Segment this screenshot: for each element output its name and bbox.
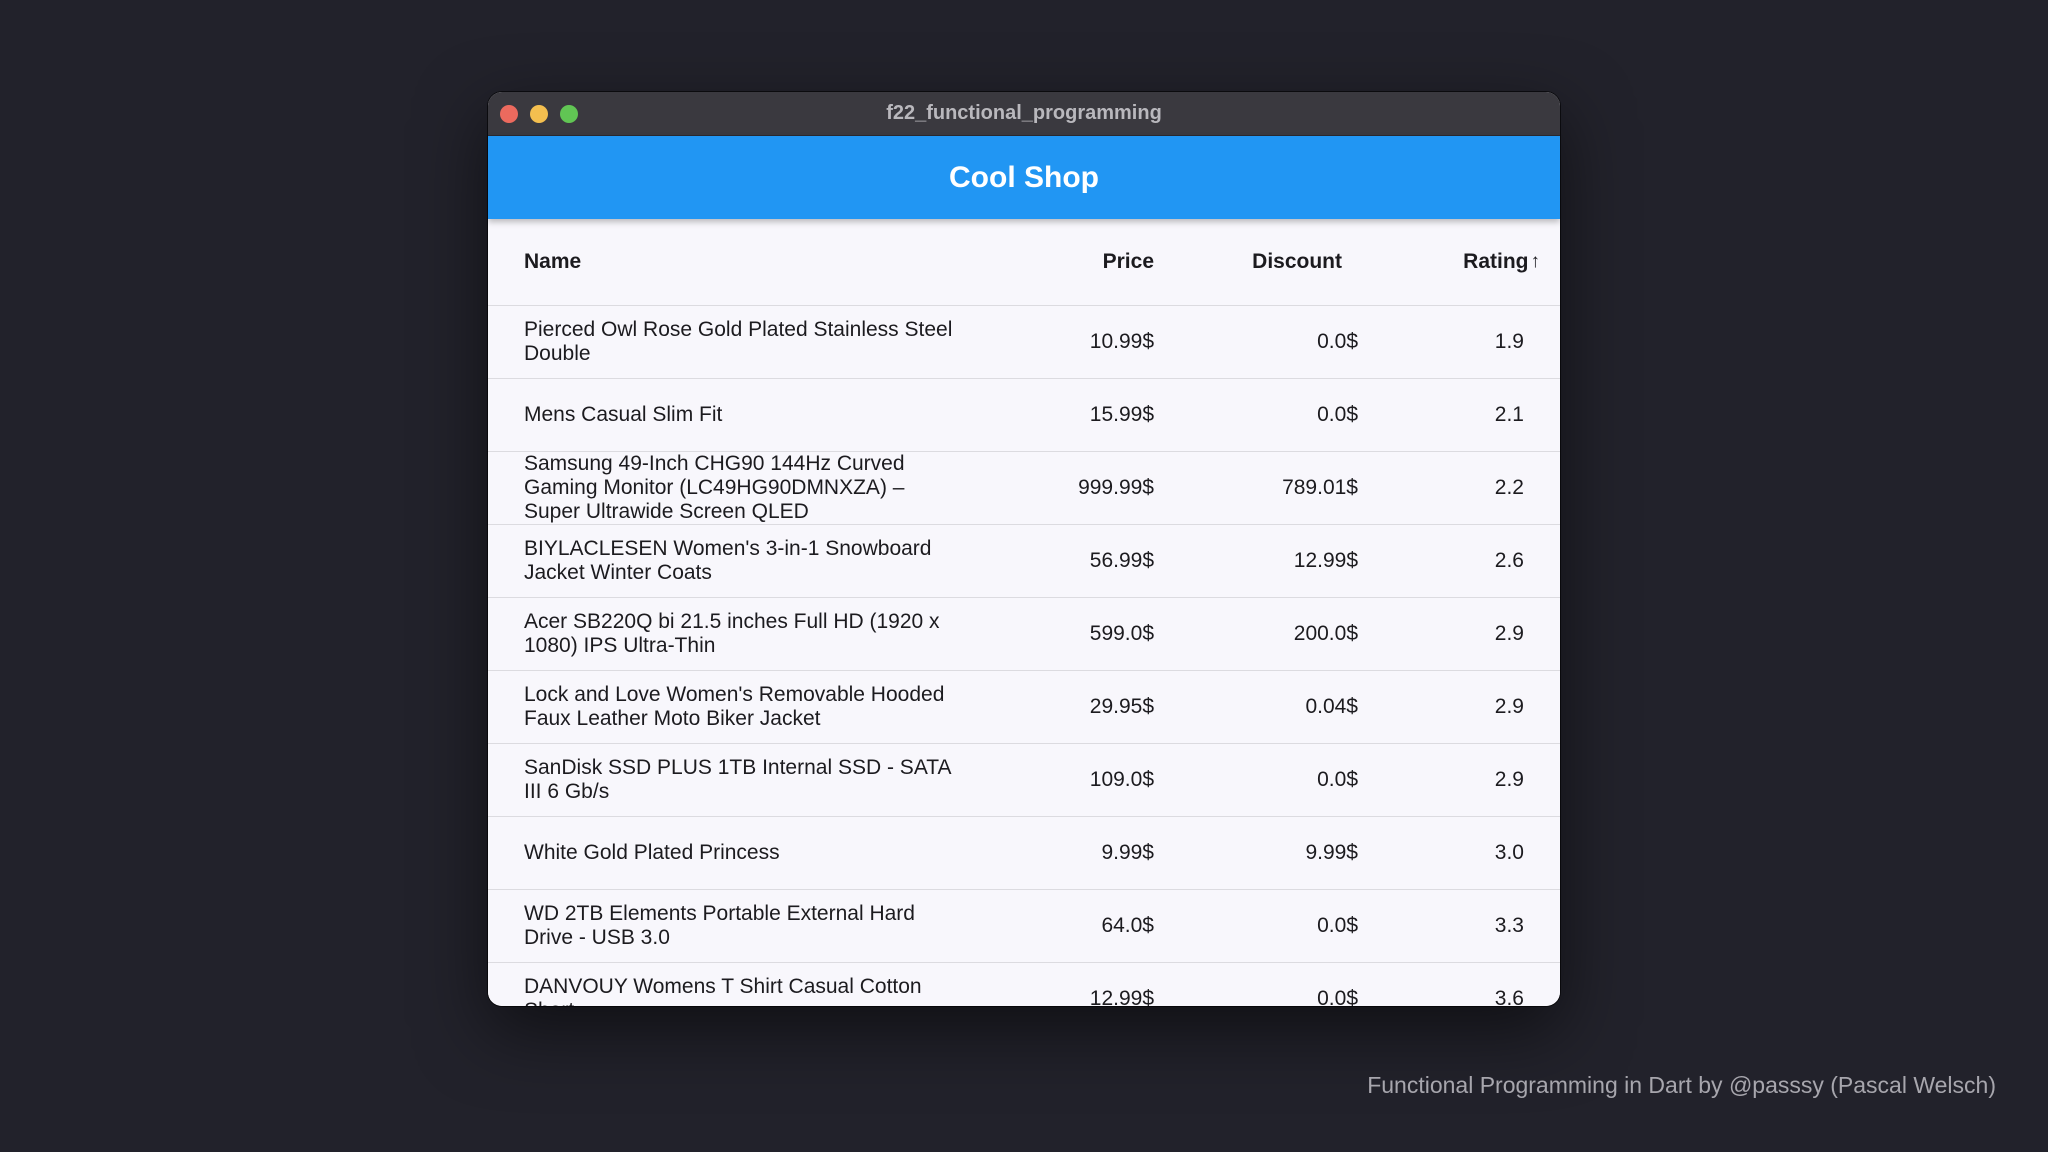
product-name-cell: Acer SB220Q bi 21.5 inches Full HD (1920… — [488, 597, 1002, 671]
window-title: f22_functional_programming — [886, 102, 1162, 124]
presentation-slide: f22_functional_programming Cool Shop Nam… — [0, 0, 2048, 1152]
table-header-row: Name Price Discount Rating ↑ — [488, 219, 1560, 306]
products-table-container[interactable]: Name Price Discount Rating ↑ Pierced Owl … — [488, 219, 1560, 1006]
discount-cell: 0.0$ — [1166, 305, 1364, 379]
price-cell: 109.0$ — [1002, 743, 1166, 817]
rating-cell: 3.6 — [1364, 962, 1560, 1006]
column-header-label: Name — [524, 250, 582, 273]
column-header-discount[interactable]: Discount — [1166, 219, 1364, 306]
products-table: Name Price Discount Rating ↑ Pierced Owl … — [488, 219, 1560, 1006]
column-header-label: Discount — [1252, 250, 1342, 273]
discount-cell: 0.0$ — [1166, 378, 1364, 452]
rating-cell: 2.2 — [1364, 451, 1560, 525]
discount-cell: 0.0$ — [1166, 962, 1364, 1006]
table-row[interactable]: BIYLACLESEN Women's 3-in-1 Snowboard Jac… — [488, 524, 1560, 598]
product-name-cell: Pierced Owl Rose Gold Plated Stainless S… — [488, 305, 1002, 379]
table-row[interactable]: DANVOUY Womens T Shirt Casual Cotton Sho… — [488, 962, 1560, 1006]
table-row[interactable]: Acer SB220Q bi 21.5 inches Full HD (1920… — [488, 597, 1560, 671]
app-title: Cool Shop — [949, 161, 1099, 194]
discount-cell: 9.99$ — [1166, 816, 1364, 890]
discount-cell: 0.04$ — [1166, 670, 1364, 744]
app-window: f22_functional_programming Cool Shop Nam… — [488, 92, 1560, 1006]
price-cell: 599.0$ — [1002, 597, 1166, 671]
discount-cell: 0.0$ — [1166, 743, 1364, 817]
product-name-cell: BIYLACLESEN Women's 3-in-1 Snowboard Jac… — [488, 524, 1002, 598]
presentation-credit: Functional Programming in Dart by @passs… — [1367, 1072, 1996, 1098]
column-header-rating[interactable]: Rating ↑ — [1364, 219, 1560, 306]
price-cell: 64.0$ — [1002, 889, 1166, 963]
app-bar: Cool Shop — [488, 136, 1560, 219]
table-row[interactable]: WD 2TB Elements Portable External Hard D… — [488, 889, 1560, 963]
rating-cell: 2.9 — [1364, 670, 1560, 744]
column-header-price[interactable]: Price — [1002, 219, 1166, 306]
rating-cell: 2.9 — [1364, 743, 1560, 817]
discount-cell: 200.0$ — [1166, 597, 1364, 671]
price-cell: 999.99$ — [1002, 451, 1166, 525]
price-cell: 9.99$ — [1002, 816, 1166, 890]
sort-ascending-icon: ↑ — [1530, 251, 1541, 272]
table-row[interactable]: Lock and Love Women's Removable Hooded F… — [488, 670, 1560, 744]
column-header-label: Rating — [1463, 250, 1529, 273]
product-name-cell: SanDisk SSD PLUS 1TB Internal SSD - SATA… — [488, 743, 1002, 817]
column-header-name[interactable]: Name — [488, 219, 1002, 306]
rating-cell: 2.1 — [1364, 378, 1560, 452]
rating-cell: 3.3 — [1364, 889, 1560, 963]
rating-cell: 3.0 — [1364, 816, 1560, 890]
table-row[interactable]: White Gold Plated Princess 9.99$ 9.99$ 3.0 — [488, 816, 1560, 890]
product-name-cell: Lock and Love Women's Removable Hooded F… — [488, 670, 1002, 744]
rating-cell: 2.9 — [1364, 597, 1560, 671]
table-row[interactable]: SanDisk SSD PLUS 1TB Internal SSD - SATA… — [488, 743, 1560, 817]
rating-cell: 1.9 — [1364, 305, 1560, 379]
price-cell: 10.99$ — [1002, 305, 1166, 379]
price-cell: 29.95$ — [1002, 670, 1166, 744]
product-name-cell: White Gold Plated Princess — [488, 816, 1002, 890]
product-name-cell: DANVOUY Womens T Shirt Casual Cotton Sho… — [488, 962, 1002, 1006]
product-name-cell: Mens Casual Slim Fit — [488, 378, 1002, 452]
window-titlebar[interactable]: f22_functional_programming — [488, 92, 1560, 136]
discount-cell: 789.01$ — [1166, 451, 1364, 525]
table-row[interactable]: Samsung 49-Inch CHG90 144Hz Curved Gamin… — [488, 451, 1560, 525]
column-header-label: Price — [1102, 250, 1154, 273]
table-row[interactable]: Mens Casual Slim Fit 15.99$ 0.0$ 2.1 — [488, 378, 1560, 452]
table-row[interactable]: Pierced Owl Rose Gold Plated Stainless S… — [488, 305, 1560, 379]
discount-cell: 0.0$ — [1166, 889, 1364, 963]
product-name-cell: WD 2TB Elements Portable External Hard D… — [488, 889, 1002, 963]
price-cell: 15.99$ — [1002, 378, 1166, 452]
rating-cell: 2.6 — [1364, 524, 1560, 598]
discount-cell: 12.99$ — [1166, 524, 1364, 598]
price-cell: 56.99$ — [1002, 524, 1166, 598]
product-name-cell: Samsung 49-Inch CHG90 144Hz Curved Gamin… — [488, 451, 1002, 525]
price-cell: 12.99$ — [1002, 962, 1166, 1006]
